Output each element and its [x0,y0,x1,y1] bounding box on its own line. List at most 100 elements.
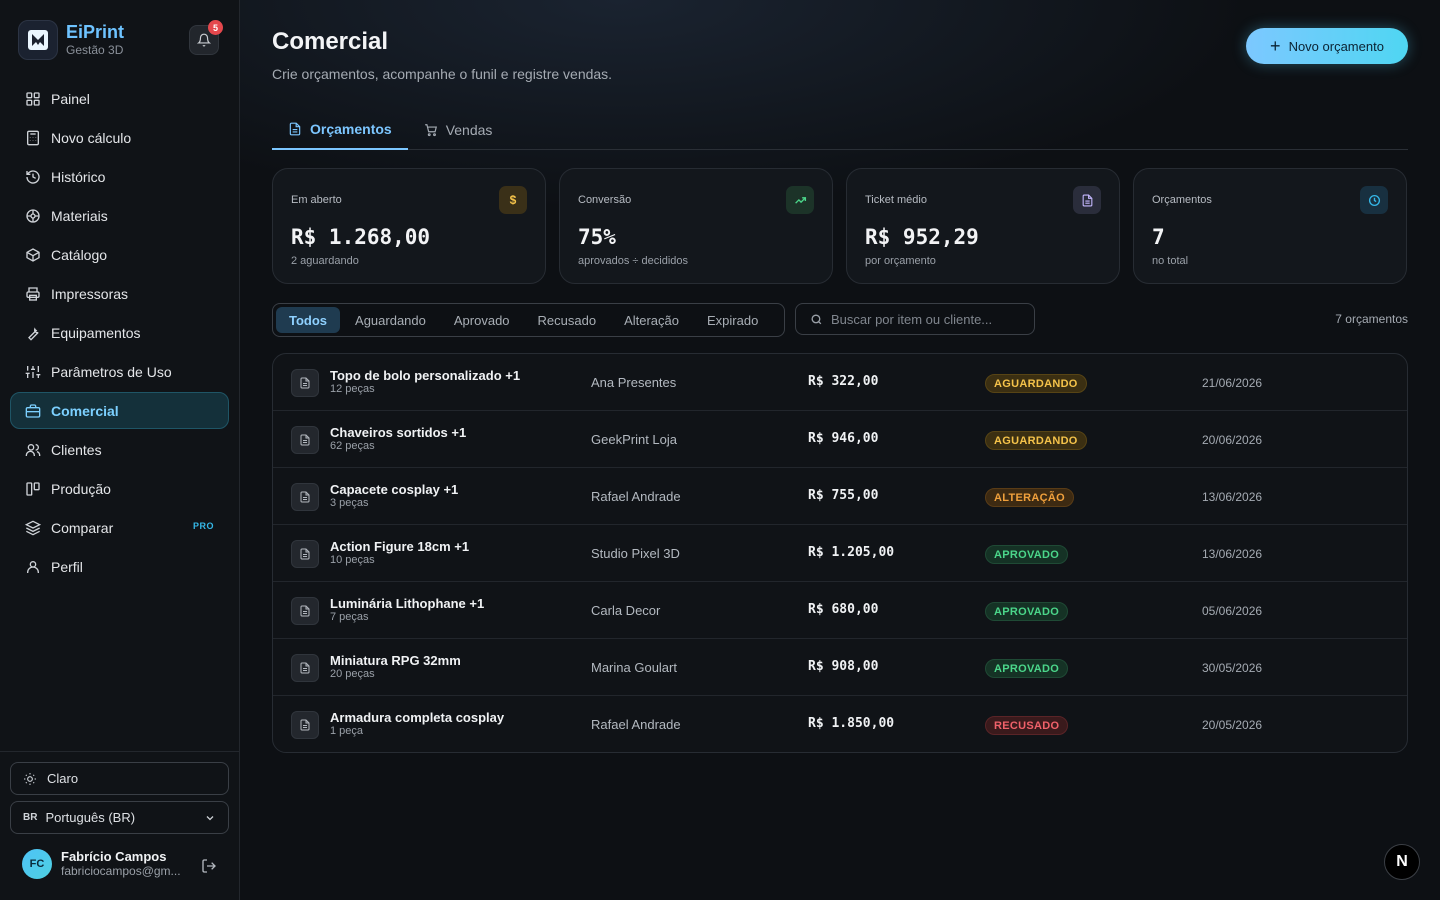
avatar: FC [22,849,52,879]
sidebar-item-parametros-de-uso[interactable]: Parâmetros de Uso [10,353,229,390]
quote-quantity: 62 peças [330,440,375,452]
table-row[interactable]: Topo de bolo personalizado +1 12 peças A… [273,354,1407,411]
user-email: fabriciocampos@gm... [61,864,181,878]
users-icon [24,441,42,459]
sidebar-item-perfil[interactable]: Perfil [10,548,229,585]
filter-recusado[interactable]: Recusado [525,307,610,333]
stats-cards: Em aberto $ R$ 1.268,00 2 aguardando Con… [272,168,1407,284]
history-icon [24,168,42,186]
clock-icon [1360,186,1388,214]
status-badge: AGUARDANDO [985,374,1087,393]
calculator-icon [24,129,42,147]
new-quote-button[interactable]: + Novo orçamento [1246,28,1408,64]
stat-note: por orçamento [865,255,936,267]
theme-toggle-button[interactable]: Claro [10,762,229,795]
quote-quantity: 3 peças [330,497,369,509]
status-badge: APROVADO [985,659,1069,678]
table-row[interactable]: Action Figure 18cm +1 10 peças Studio Pi… [273,525,1407,582]
filter-todos[interactable]: Todos [276,307,341,333]
table-row[interactable]: Luminária Lithophane +1 7 peças Carla De… [273,582,1407,639]
sidebar-item-catalogo[interactable]: Catálogo [10,236,229,273]
quote-client: GeekPrint Loja [591,432,677,447]
notifications-button[interactable]: 5 [189,20,223,55]
sidebar-item-label: Clientes [51,441,102,458]
document-icon [291,597,319,625]
sidebar-item-equipamentos[interactable]: Equipamentos [10,314,229,351]
quote-value: R$ 1.205,00 [808,545,895,560]
search-box [795,303,1035,335]
main-content: Comercial Crie orçamentos, acompanhe o f… [240,0,1440,900]
sidebar-item-impressoras[interactable]: Impressoras [10,275,229,312]
stat-value: R$ 952,29 [865,225,979,249]
status-badge: AGUARDANDO [985,431,1087,450]
quote-client: Rafael Andrade [591,489,681,504]
notification-count-badge: 5 [208,20,223,35]
tabs: Orçamentos Vendas [272,110,1408,150]
user-profile[interactable]: FC Fabrício Campos fabriciocampos@gm... [22,849,181,879]
logout-icon[interactable] [201,858,217,879]
stat-label: Orçamentos [1152,194,1212,206]
quote-client: Rafael Andrade [591,717,681,732]
sidebar-item-comercial[interactable]: Comercial [10,392,229,429]
page-subtitle: Crie orçamentos, acompanhe o funil e reg… [272,66,613,82]
filter-aguardando[interactable]: Aguardando [342,307,439,333]
quote-client: Studio Pixel 3D [591,546,680,561]
sidebar-item-comparar[interactable]: Comparar PRO [10,509,229,546]
stat-card-em-aberto: Em aberto $ R$ 1.268,00 2 aguardando [272,168,546,284]
filter-expirado[interactable]: Expirado [694,307,771,333]
tab-vendas[interactable]: Vendas [408,110,509,150]
quote-date: 13/06/2026 [1202,490,1263,504]
filter-alteracao[interactable]: Alteração [611,307,692,333]
sidebar-item-label: Painel [51,90,90,107]
table-row[interactable]: Chaveiros sortidos +1 62 peças GeekPrint… [273,411,1407,468]
tab-label: Orçamentos [310,121,392,137]
filter-aprovado[interactable]: Aprovado [441,307,523,333]
stat-card-ticket-medio: Ticket médio R$ 952,29 por orçamento [846,168,1120,284]
sidebar-item-historico[interactable]: Histórico [10,158,229,195]
new-quote-label: Novo orçamento [1288,38,1384,54]
sidebar: EiPrint Gestão 3D 5 Painel Novo cálculo … [0,0,240,900]
sidebar-item-label: Equipamentos [51,324,141,341]
search-input[interactable] [831,311,1021,327]
brand[interactable]: EiPrint Gestão 3D [18,20,124,60]
sidebar-item-clientes[interactable]: Clientes [10,431,229,468]
table-row[interactable]: Capacete cosplay +1 3 peças Rafael Andra… [273,468,1407,525]
table-row[interactable]: Armadura completa cosplay 1 peça Rafael … [273,696,1407,752]
quote-value: R$ 1.850,00 [808,716,895,731]
document-icon [291,711,319,739]
sidebar-item-painel[interactable]: Painel [10,80,229,117]
quote-value: R$ 680,00 [808,602,879,617]
quote-title: Miniatura RPG 32mm [330,653,461,668]
sidebar-item-label: Comercial [51,402,119,419]
quote-date: 13/06/2026 [1202,547,1263,561]
quote-value: R$ 322,00 [808,374,879,389]
language-label: Português (BR) [45,810,136,825]
sidebar-item-label: Perfil [51,558,83,575]
sidebar-item-novo-calculo[interactable]: Novo cálculo [10,119,229,156]
status-badge: APROVADO [985,602,1069,621]
sidebar-item-materiais[interactable]: Materiais [10,197,229,234]
language-flag: BR [23,812,38,823]
trend-up-icon [786,186,814,214]
quote-title: Luminária Lithophane +1 [330,596,485,611]
document-icon [1073,186,1101,214]
sidebar-item-producao[interactable]: Produção [10,470,229,507]
user-name: Fabrício Campos [61,849,167,864]
brand-name: EiPrint [66,22,125,42]
sidebar-nav: Painel Novo cálculo Histórico Materiais … [10,80,229,587]
language-select[interactable]: BR Português (BR) [10,801,229,834]
page-title: Comercial [272,28,389,55]
tab-orcamentos[interactable]: Orçamentos [272,110,408,150]
table-row[interactable]: Miniatura RPG 32mm 20 peças Marina Goula… [273,639,1407,696]
chevron-down-icon [204,812,216,827]
next-dev-badge[interactable]: N [1384,844,1420,880]
sun-icon [23,772,39,786]
document-icon [291,483,319,511]
stat-label: Conversão [578,194,632,206]
sidebar-item-label: Materiais [51,207,108,224]
quote-client: Carla Decor [591,603,661,618]
stat-card-conversao: Conversão 75% aprovados ÷ decididos [559,168,833,284]
document-icon [291,369,319,397]
quote-title: Chaveiros sortidos +1 [330,425,467,440]
theme-label: Claro [47,771,79,786]
